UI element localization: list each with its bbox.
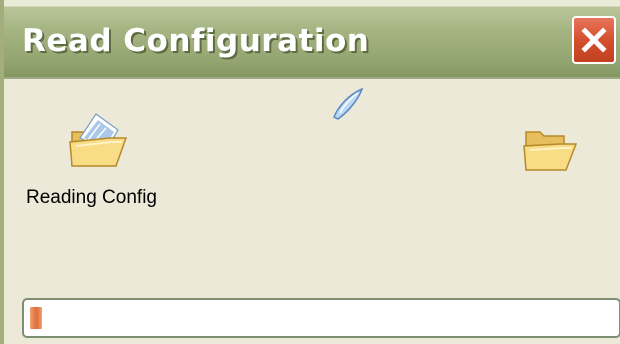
- flying-paper-icon: [333, 87, 364, 120]
- title-bar[interactable]: Read Configuration: [4, 0, 620, 77]
- open-folder-with-paper-icon: [69, 113, 128, 167]
- title-bar-divider: [4, 77, 620, 79]
- close-icon: [581, 27, 607, 53]
- open-folder-icon: [523, 131, 578, 171]
- status-label: Reading Config: [26, 187, 157, 208]
- progress-track: [28, 305, 615, 331]
- read-configuration-dialog: Read Configuration Reading Config: [0, 0, 620, 344]
- progress-bar: [22, 298, 620, 338]
- close-button[interactable]: [572, 16, 616, 64]
- window-title: Read Configuration: [22, 23, 370, 59]
- progress-fill: [30, 307, 42, 329]
